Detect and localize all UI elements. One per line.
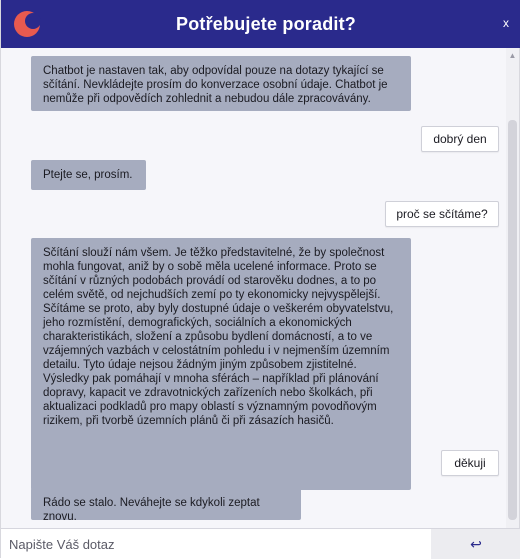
chat-widget: Potřebujete poradit? x Chatbot je nastav… <box>0 0 520 559</box>
message-list[interactable]: Chatbot je nastaven tak, aby odpovídal p… <box>1 48 508 528</box>
close-icon[interactable]: x <box>499 16 513 30</box>
send-arrow-icon[interactable]: ↩ <box>431 529 520 559</box>
user-message-thanks: děkuji <box>441 450 499 476</box>
user-message-question: proč se sčítáme? <box>385 201 499 227</box>
scroll-up-icon[interactable]: ▲ <box>506 50 519 62</box>
bot-message-disclaimer: Chatbot je nastaven tak, aby odpovídal p… <box>31 56 411 111</box>
chat-header: Potřebujete poradit? x <box>1 0 520 48</box>
bot-message-answer: Sčítání slouží nám všem. Je těžko předst… <box>31 238 411 490</box>
chat-title: Potřebujete poradit? <box>175 14 356 34</box>
bot-message-prompt: Ptejte se, prosím. <box>31 160 146 190</box>
scrollbar-thumb[interactable] <box>508 120 517 520</box>
user-message-greeting: dobrý den <box>421 126 499 152</box>
message-input[interactable] <box>5 533 433 555</box>
bot-message-closing: Rádo se stalo. Neváhejte se kdykoli zept… <box>31 488 301 523</box>
message-composer: ↩ <box>1 528 520 559</box>
